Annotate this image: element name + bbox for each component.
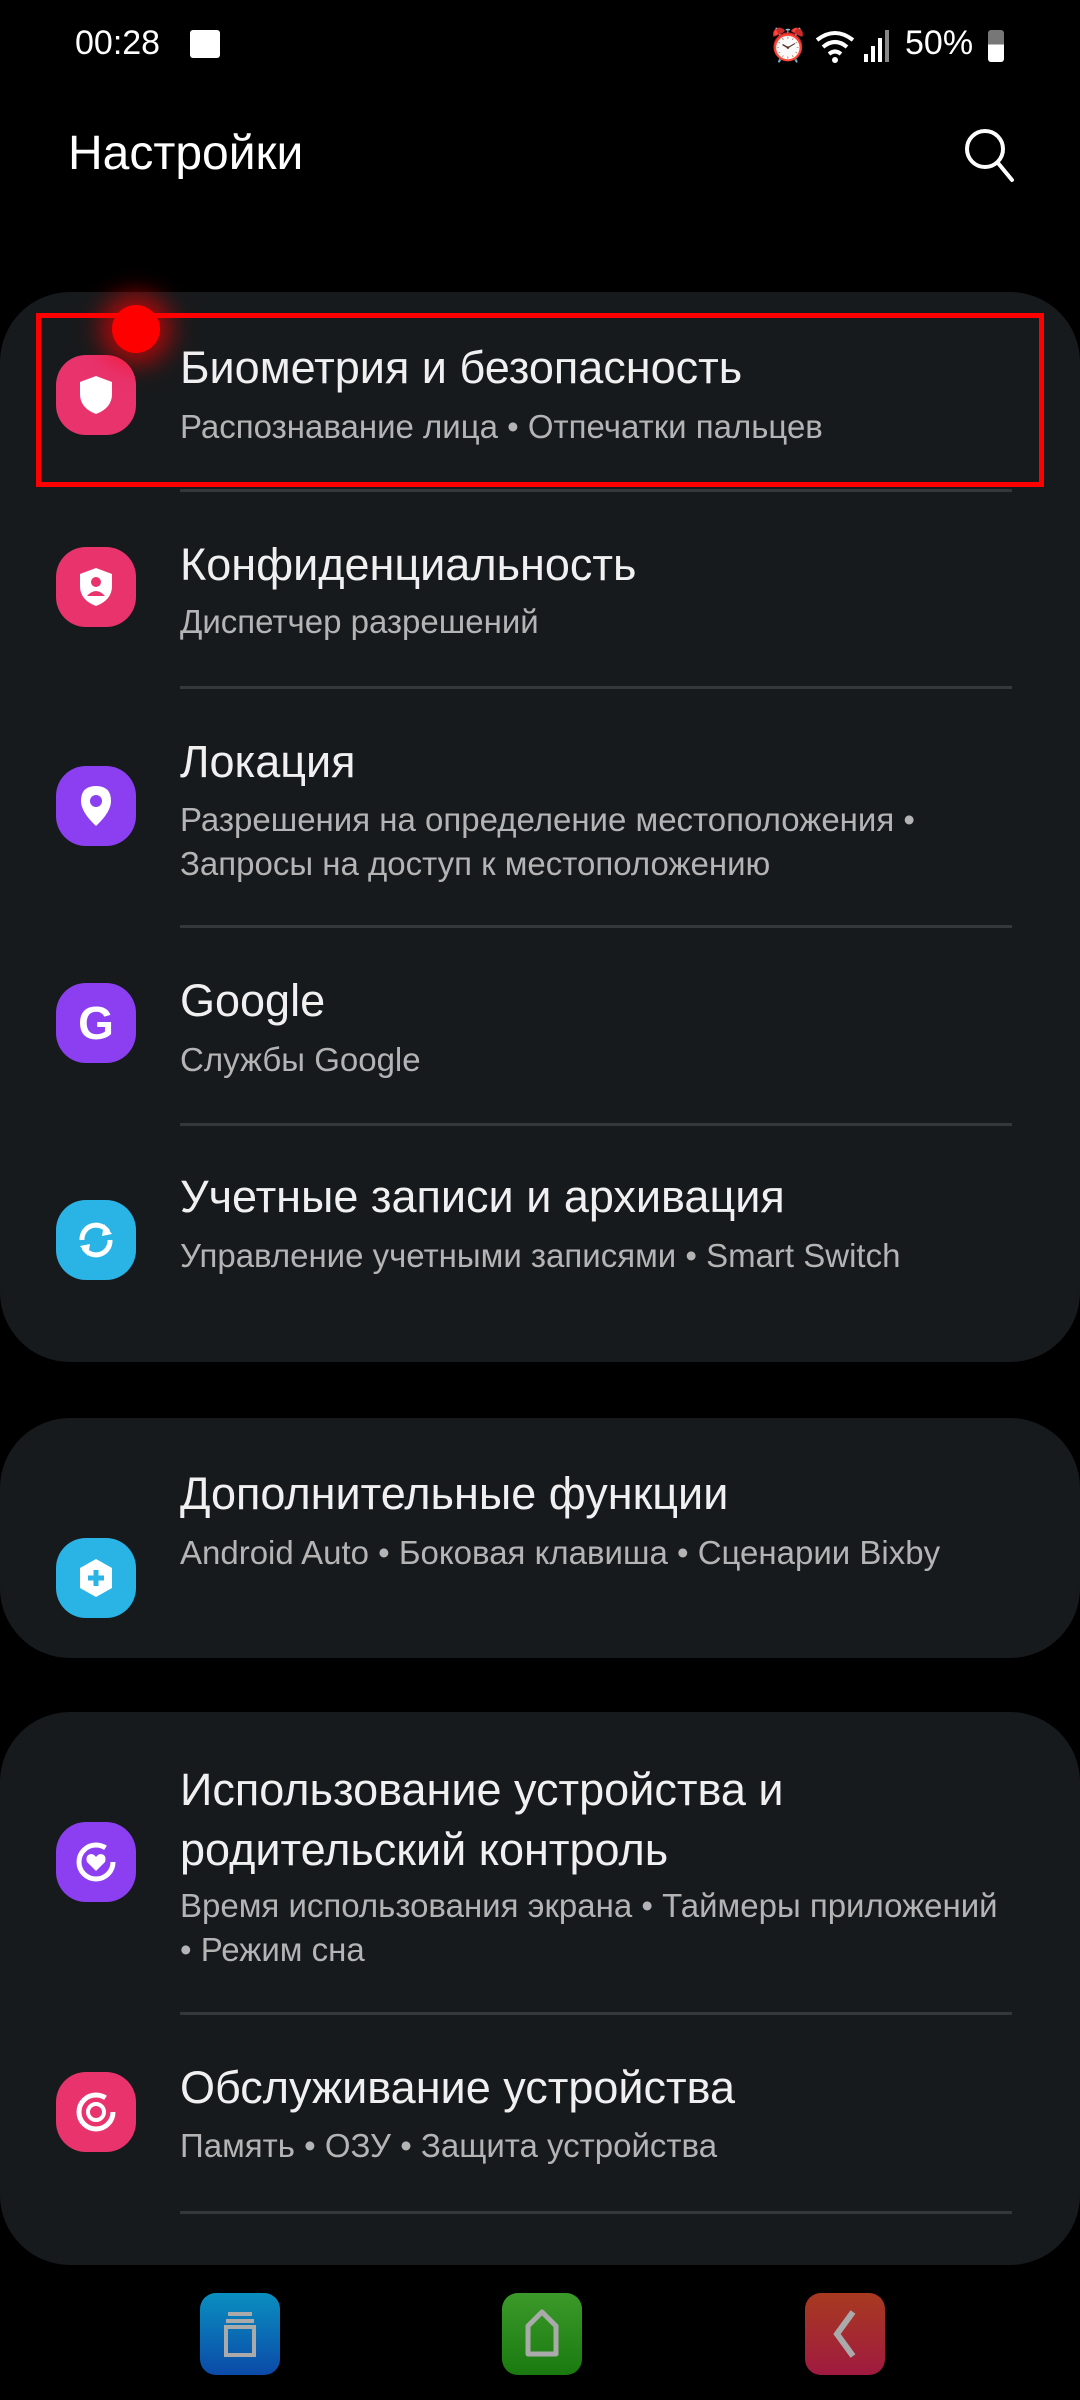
battery-percent: 50% — [905, 24, 974, 62]
recents-button[interactable] — [200, 2293, 280, 2375]
item-subtitle: Диспетчер разрешений — [180, 603, 539, 640]
item-title: Дополнительные функции — [180, 1468, 729, 1519]
divider — [180, 1123, 1012, 1126]
heart-circle-icon — [56, 1822, 136, 1902]
item-subtitle: Android Auto • Боковая клавиша • Сценари… — [180, 1534, 941, 1571]
wifi-icon — [815, 31, 855, 63]
divider — [180, 925, 1012, 928]
divider — [180, 686, 1012, 689]
page-title: Настройки — [68, 127, 304, 180]
battery-icon — [988, 30, 1004, 62]
back-icon — [833, 2310, 856, 2358]
gallery-notification-icon — [190, 30, 220, 58]
touch-indicator — [112, 305, 160, 353]
home-button[interactable] — [502, 2293, 582, 2375]
settings-item-device-care[interactable]: Обслуживание устройства Память • ОЗУ • З… — [0, 2042, 1080, 2207]
item-title: Использование устройства и родительский … — [180, 1764, 784, 1875]
item-subtitle: Память • ОЗУ • Защита устройства — [180, 2127, 718, 2164]
alarm-icon: ⏰ — [768, 27, 808, 63]
item-title: Локация — [180, 736, 356, 787]
back-button[interactable] — [805, 2293, 885, 2375]
google-icon: G — [56, 983, 136, 1063]
item-subtitle: Службы Google — [180, 1041, 421, 1078]
settings-item-privacy[interactable]: Конфиденциальность Диспетчер разрешений — [0, 520, 1080, 685]
location-pin-icon — [56, 766, 136, 846]
highlight-box — [36, 313, 1044, 487]
item-title: Google — [180, 975, 326, 1026]
settings-item-location[interactable]: Локация Разрешения на определение местоп… — [0, 716, 1080, 924]
puzzle-plus-icon — [56, 1538, 136, 1618]
item-title: Конфиденциальность — [180, 539, 637, 590]
settings-item-advanced-features[interactable]: Дополнительные функции Android Auto • Бо… — [0, 1418, 1080, 1658]
signal-icon — [864, 30, 889, 62]
settings-item-accounts[interactable]: Учетные записи и архивация Управление уч… — [0, 1152, 1080, 1352]
sync-icon — [56, 1200, 136, 1280]
item-subtitle: Разрешения на определение местоположения… — [180, 801, 915, 882]
device-care-icon — [56, 2072, 136, 2152]
privacy-shield-icon — [56, 547, 136, 627]
search-icon[interactable] — [962, 126, 1016, 184]
item-title: Обслуживание устройства — [180, 2062, 736, 2113]
divider — [180, 489, 1012, 492]
settings-item-digital-wellbeing[interactable]: Использование устройства и родительский … — [0, 1712, 1080, 2012]
divider — [180, 2211, 1012, 2214]
status-time: 00:28 — [75, 24, 161, 62]
item-title: Учетные записи и архивация — [180, 1171, 785, 1222]
settings-item-google[interactable]: G Google Службы Google — [0, 955, 1080, 1120]
item-subtitle: Время использования экрана • Таймеры при… — [180, 1887, 998, 1968]
divider — [180, 2012, 1012, 2015]
home-icon — [525, 2309, 559, 2357]
item-subtitle: Управление учетными записями • Smart Swi… — [180, 1237, 901, 1274]
recents-icon — [224, 2312, 256, 2357]
